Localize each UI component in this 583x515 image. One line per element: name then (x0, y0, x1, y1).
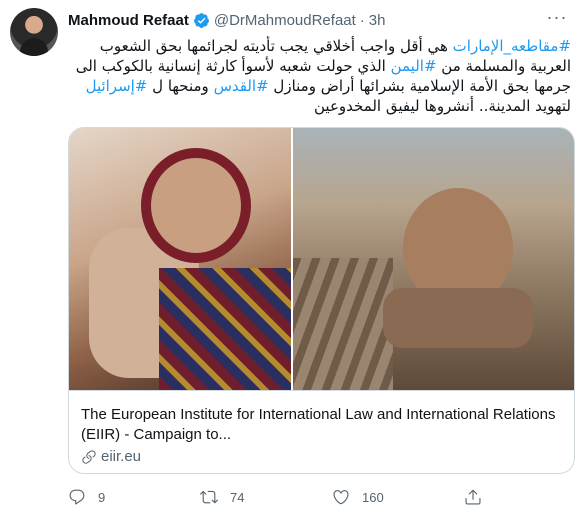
tweet-line-4-text: لتهويد المدينة.. أنشروها ليفيق المخدوعين (314, 97, 571, 115)
hashtag-israel[interactable]: #إسرائيل (86, 77, 148, 95)
image-figure-head (141, 148, 251, 263)
like-count: 160 (362, 489, 384, 505)
hashtag-boycott-uae[interactable]: #مقاطعه_الإمارات (453, 37, 571, 55)
tweet-line-1-text: هي أقل واجب أخلاقي يجب تأديته لجرائمها ب… (99, 37, 453, 55)
card-domain-text: eiir.eu (101, 448, 142, 465)
tweet-text: #مقاطعه_الإمارات هي أقل واجب أخلاقي يجب … (68, 36, 571, 116)
retweet-button[interactable]: 74 (200, 488, 244, 506)
tweet-line-1: #مقاطعه_الإمارات هي أقل واجب أخلاقي يجب … (68, 36, 571, 56)
avatar-shirt (20, 38, 48, 56)
image-child-hands (383, 288, 533, 348)
like-button[interactable]: 160 (332, 488, 384, 506)
share-icon (465, 489, 481, 505)
link-icon (82, 449, 96, 464)
tweet-time[interactable]: 3h (369, 12, 386, 29)
image-rubble (293, 258, 393, 390)
author-handle[interactable]: @DrMahmoudRefaat (214, 12, 356, 29)
link-card[interactable]: The European Institute for International… (68, 127, 575, 474)
tweet-line-3: جرمها بحق الأمة الإسلامية بشرائها أراض و… (68, 76, 571, 96)
image-blanket (159, 268, 291, 390)
tweet-line-4: لتهويد المدينة.. أنشروها ليفيق المخدوعين (68, 96, 571, 116)
tweet-line-3-pre: جرمها بحق الأمة الإسلامية بشرائها أراض و… (268, 77, 571, 95)
retweet-count: 74 (230, 489, 245, 505)
card-title: The European Institute for International… (81, 406, 556, 443)
hashtag-yemen[interactable]: #اليمن (391, 57, 437, 75)
verified-badge-icon (193, 12, 209, 28)
retweet-icon (200, 490, 218, 504)
tweet-actions: 9 74 160 (68, 488, 573, 510)
card-meta: The European Institute for International… (69, 390, 574, 473)
card-domain: eiir.eu (81, 448, 141, 465)
heart-icon (333, 490, 349, 505)
share-button[interactable] (464, 488, 494, 506)
tweet-line-2-pre: العربية والمسلمة من (436, 57, 571, 75)
tweet-line-3-mid: ومنحها ل (147, 77, 214, 95)
card-image-left (69, 128, 291, 390)
card-image-right (293, 128, 574, 390)
reply-icon (69, 489, 85, 505)
author-name[interactable]: Mahmoud Refaat (68, 12, 189, 29)
reply-count: 9 (98, 489, 106, 505)
tweet-line-2-text: الذي حولت شعبه لأسوأ كارثة إنسانية بالكو… (75, 57, 391, 75)
tweet-line-2: العربية والمسلمة من #اليمن الذي حولت شعب… (68, 56, 571, 76)
tweet-header: Mahmoud Refaat @DrMahmoudRefaat · 3h (68, 10, 385, 30)
avatar[interactable] (10, 8, 58, 56)
reply-button[interactable]: 9 (68, 488, 105, 506)
more-options-icon[interactable]: ··· (545, 8, 569, 30)
hashtag-jerusalem[interactable]: #القدس (214, 77, 269, 95)
separator-dot: · (359, 11, 365, 29)
